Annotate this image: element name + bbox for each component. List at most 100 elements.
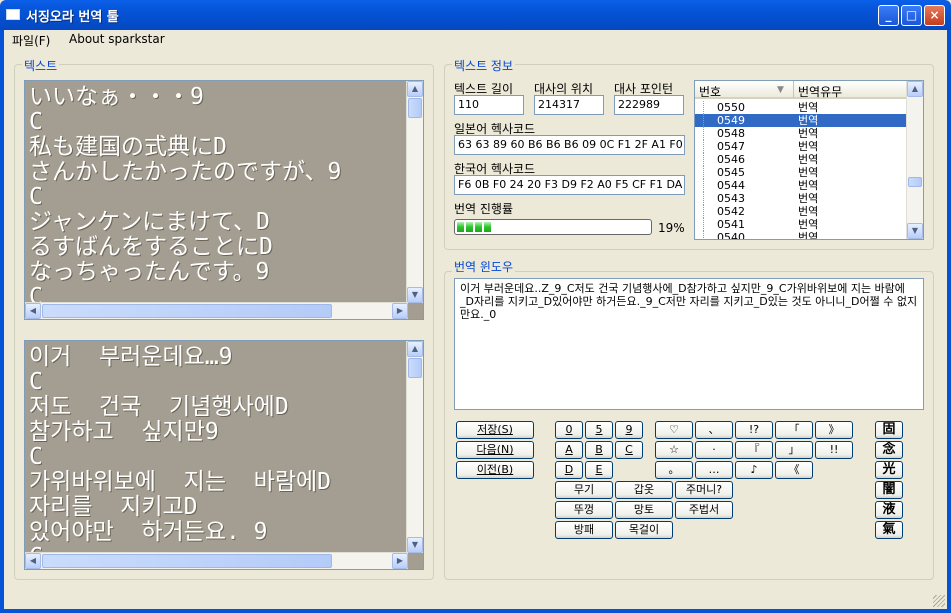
list-row[interactable]: 0541 번역 xyxy=(695,218,907,231)
text-group-label: 텍스트 xyxy=(22,57,60,74)
list-row[interactable]: 0549 번역 xyxy=(695,114,907,127)
scroll-down-icon[interactable]: ▼ xyxy=(407,287,423,303)
scroll-left-icon[interactable]: ◀ xyxy=(25,553,41,569)
hanja-solid-button[interactable]: 固 xyxy=(875,421,903,439)
word-cloak-button[interactable]: 망토 xyxy=(615,501,673,519)
list-row[interactable]: 0547 번역 xyxy=(695,140,907,153)
list-row[interactable]: 0542 번역 xyxy=(695,205,907,218)
word-necklace-button[interactable]: 목걸이 xyxy=(615,521,673,539)
word-armor-button[interactable]: 갑옷 xyxy=(615,481,673,499)
korean-text-lines: 이거 부러운데요…9 C 저도 건국 기념행사에D 참가하고 싶지만9 C 가위바위보에 … xyxy=(29,345,331,570)
code-c-button[interactable]: C xyxy=(615,441,643,459)
minimize-button[interactable]: _ xyxy=(878,5,899,26)
symbol-period-button[interactable]: 。 xyxy=(655,461,693,479)
tree-line-icon xyxy=(703,114,715,127)
jp-vertical-scrollbar[interactable]: ▲ ▼ xyxy=(406,81,423,303)
prev-button[interactable]: 이전(B) xyxy=(456,461,534,479)
hanja-light-button[interactable]: 光 xyxy=(875,461,903,479)
code-d-button[interactable]: D xyxy=(555,461,583,479)
list-row[interactable]: 0545 번역 xyxy=(695,166,907,179)
korean-hex-field[interactable]: F6 0B F0 24 20 F3 D9 F2 A0 F5 CF F1 DA xyxy=(454,175,685,195)
scroll-left-icon[interactable]: ◀ xyxy=(25,303,41,319)
tree-line-icon xyxy=(703,218,715,231)
word-weapon-button[interactable]: 무기 xyxy=(555,481,613,499)
scroll-thumb[interactable] xyxy=(42,304,332,318)
scroll-thumb[interactable] xyxy=(908,177,922,187)
symbol-note-button[interactable]: ♪ xyxy=(735,461,773,479)
code-b-button[interactable]: B xyxy=(585,441,613,459)
scroll-thumb[interactable] xyxy=(408,98,422,118)
row-number: 0540 xyxy=(717,231,745,240)
dialog-position-field[interactable]: 214317 xyxy=(534,95,604,115)
scroll-right-icon[interactable]: ▶ xyxy=(392,303,408,319)
text-length-field[interactable]: 110 xyxy=(454,95,524,115)
list-row[interactable]: 0540 번역 xyxy=(695,231,907,240)
kr-horizontal-scrollbar[interactable]: ◀ ▶ xyxy=(25,552,408,569)
symbol-white-bracket-open-button[interactable]: 『 xyxy=(735,441,773,459)
text-line: さんかしたかったのですが、9 xyxy=(29,159,342,185)
list-row[interactable]: 0544 번역 xyxy=(695,179,907,192)
hanja-ki-button[interactable]: 氣 xyxy=(875,521,903,539)
tree-line-icon xyxy=(703,179,715,192)
word-lid-button[interactable]: 뚜껑 xyxy=(555,501,613,519)
row-number: 0549 xyxy=(717,114,745,127)
tree-line-icon xyxy=(703,101,715,114)
close-button[interactable]: × xyxy=(924,5,945,26)
code-0-button[interactable]: 0 xyxy=(555,421,583,439)
line-list[interactable]: 번호 ▼ 번역유무 0550 번역 0549 번역 0548 번역 0547 번역 0546 번역… xyxy=(694,80,924,240)
scroll-right-icon[interactable]: ▶ xyxy=(392,553,408,569)
japanese-text-view[interactable]: いいなぁ・・・9 C 私も建国の式典にD さんかしたかったのですが、9 C ジャンケンにま… xyxy=(24,80,424,320)
symbol-star-button[interactable]: ☆ xyxy=(655,441,693,459)
korean-text-view[interactable]: 이거 부러운데요…9 C 저도 건국 기념행사에D 참가하고 싶지만9 C 가위바위보에 … xyxy=(24,340,424,570)
symbol-double-angle-close-button[interactable]: 》 xyxy=(815,421,853,439)
symbol-double-exclaim-button[interactable]: !! xyxy=(815,441,853,459)
menu-file[interactable]: 파일(F) xyxy=(12,32,50,49)
jp-horizontal-scrollbar[interactable]: ◀ ▶ xyxy=(25,302,408,319)
list-row[interactable]: 0550 번역 xyxy=(695,101,907,114)
symbol-heart-button[interactable]: ♡ xyxy=(655,421,693,439)
next-button[interactable]: 다음(N) xyxy=(456,441,534,459)
column-status[interactable]: 번역유무 xyxy=(798,83,842,100)
symbol-comma-button[interactable]: 、 xyxy=(695,421,733,439)
word-shield-button[interactable]: 방패 xyxy=(555,521,613,539)
text-line: なっちゃったんです。9 xyxy=(29,259,270,285)
scroll-up-icon[interactable]: ▲ xyxy=(407,81,423,97)
dialog-pointer-field[interactable]: 222989 xyxy=(614,95,684,115)
save-button[interactable]: 저장(S) xyxy=(456,421,534,439)
code-5-button[interactable]: 5 xyxy=(585,421,613,439)
symbol-exclaim-question-button[interactable]: !? xyxy=(735,421,773,439)
scroll-up-icon[interactable]: ▲ xyxy=(907,81,923,97)
symbol-close-bracket-button[interactable]: 」 xyxy=(775,441,813,459)
column-number[interactable]: 번호 xyxy=(699,83,721,100)
scroll-down-icon[interactable]: ▼ xyxy=(407,537,423,553)
translation-text-area[interactable]: 이거 부러운데요..Z_9_C저도 건국 기념행사에_D참가하고 싶지만_9_C… xyxy=(454,278,924,410)
symbol-double-angle-open-button[interactable]: 《 xyxy=(775,461,813,479)
row-number: 0545 xyxy=(717,166,745,179)
hanja-liquid-button[interactable]: 液 xyxy=(875,501,903,519)
window-title: 서징오라 번역 툴 xyxy=(26,10,119,25)
kr-vertical-scrollbar[interactable]: ▲ ▼ xyxy=(406,341,423,553)
menu-about[interactable]: About sparkstar xyxy=(69,32,165,46)
list-row[interactable]: 0543 번역 xyxy=(695,192,907,205)
word-spellbook-button[interactable]: 주법서 xyxy=(675,501,733,519)
text-line: 私も建国の式典にD xyxy=(29,134,227,160)
list-row[interactable]: 0548 번역 xyxy=(695,127,907,140)
scroll-thumb[interactable] xyxy=(42,554,332,568)
hanja-thought-button[interactable]: 念 xyxy=(875,441,903,459)
symbol-ellipsis-button[interactable]: … xyxy=(695,461,733,479)
code-e-button[interactable]: E xyxy=(585,461,613,479)
scroll-thumb[interactable] xyxy=(408,358,422,378)
word-pouch-button[interactable]: 주머니? xyxy=(675,481,733,499)
hanja-dark-button[interactable]: 闇 xyxy=(875,481,903,499)
list-vertical-scrollbar[interactable]: ▲ ▼ xyxy=(906,81,923,239)
code-a-button[interactable]: A xyxy=(555,441,583,459)
symbol-open-bracket-button[interactable]: 「 xyxy=(775,421,813,439)
resize-grip-icon[interactable] xyxy=(933,595,945,607)
scroll-up-icon[interactable]: ▲ xyxy=(407,341,423,357)
list-row[interactable]: 0546 번역 xyxy=(695,153,907,166)
code-9-button[interactable]: 9 xyxy=(615,421,643,439)
maximize-button[interactable]: □ xyxy=(901,5,922,26)
japanese-hex-field[interactable]: 63 63 89 60 B6 B6 B6 09 0C F1 2F A1 F0 2 xyxy=(454,135,685,155)
scroll-down-icon[interactable]: ▼ xyxy=(907,223,923,239)
symbol-dot-button[interactable]: · xyxy=(695,441,733,459)
